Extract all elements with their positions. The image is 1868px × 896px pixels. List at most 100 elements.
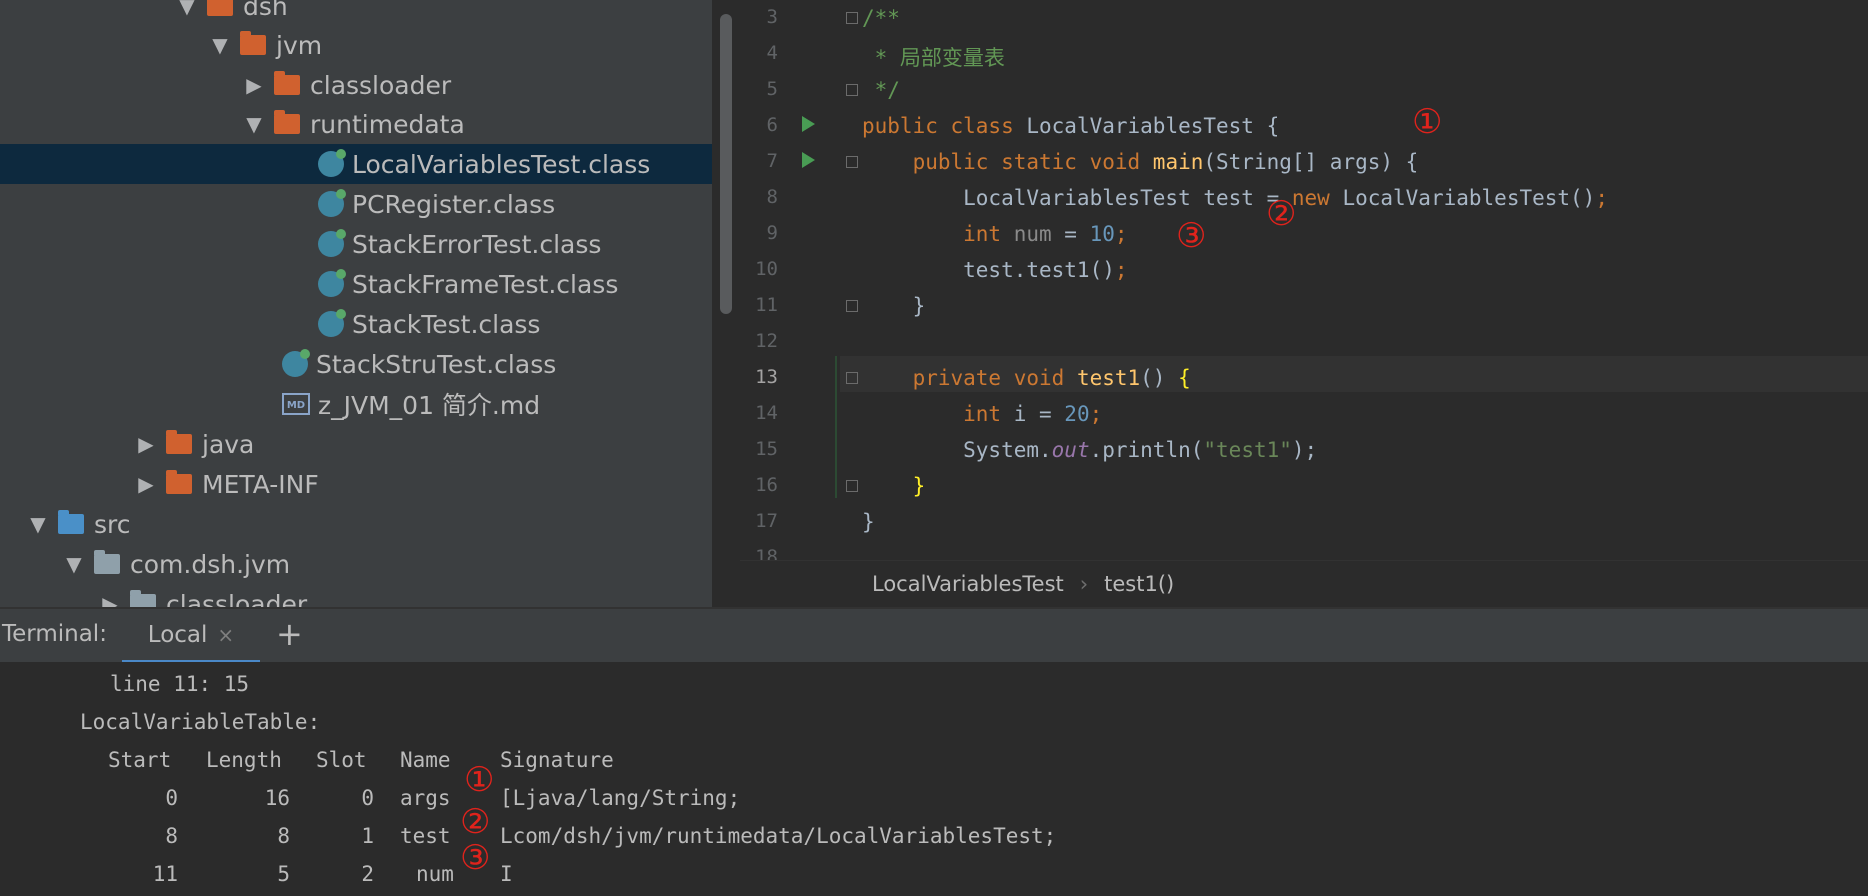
- folder-icon: [240, 31, 266, 55]
- chevron-down-icon[interactable]: ▼: [242, 112, 266, 136]
- tree-item-classloader-src[interactable]: ▶ classloader: [0, 584, 712, 607]
- code-line-10: test.test1();: [862, 258, 1127, 282]
- code-token: }: [862, 474, 926, 498]
- tree-item-markdown-file[interactable]: MD z_JVM_01 简介.md: [0, 384, 712, 424]
- tree-item-label: StackErrorTest.class: [352, 229, 602, 259]
- code-token: LocalVariablesTest {: [1026, 114, 1280, 138]
- source-folder-icon: [58, 510, 84, 534]
- line-number: 16: [755, 474, 778, 496]
- breadcrumb-method[interactable]: test1(): [1104, 572, 1174, 596]
- code-token: */: [862, 78, 900, 102]
- chevron-down-icon[interactable]: ▼: [26, 512, 50, 536]
- tree-item-pcregister[interactable]: PCRegister.class: [0, 184, 712, 224]
- code-token: test1: [1076, 366, 1141, 390]
- tree-item-stackframetest[interactable]: StackFrameTest.class: [0, 264, 712, 304]
- fold-icon[interactable]: [846, 84, 858, 96]
- tree-item-stackerrortest[interactable]: StackErrorTest.class: [0, 224, 712, 264]
- breadcrumb-separator-icon: ›: [1079, 572, 1089, 596]
- code-token: private void: [862, 366, 1077, 390]
- terminal-tab-local[interactable]: Local ×: [122, 609, 260, 664]
- package-icon: [94, 550, 120, 574]
- column-header: Name: [400, 748, 451, 772]
- tree-item-com-dsh-jvm[interactable]: ▼ com.dsh.jvm: [0, 544, 712, 584]
- tree-item-src[interactable]: ▼ src: [0, 504, 712, 544]
- line-number: 12: [755, 330, 778, 352]
- line-number: 17: [755, 510, 778, 532]
- code-token: .println(: [1089, 438, 1204, 462]
- line-number: 9: [766, 222, 778, 244]
- chevron-right-icon[interactable]: ▶: [134, 472, 158, 496]
- code-line-15: System.out.println("test1");: [862, 438, 1317, 462]
- table-cell: test: [400, 824, 451, 848]
- code-token: 10: [1089, 222, 1115, 246]
- project-scrollbar[interactable]: [720, 14, 732, 314]
- tree-item-label: LocalVariablesTest.class: [352, 149, 651, 179]
- tree-item-stacktest[interactable]: StackTest.class: [0, 304, 712, 344]
- code-token: i =: [1013, 402, 1065, 426]
- code-editor[interactable]: 3 4 5 6 7 8 9 10 11 12 13 14 15 16 17 18…: [740, 0, 1868, 607]
- line-number: 10: [755, 258, 778, 280]
- tree-item-localvariablestest[interactable]: LocalVariablesTest.class: [0, 144, 712, 184]
- table-cell: 1: [361, 824, 374, 848]
- tree-item-jvm[interactable]: ▼ jvm: [0, 25, 712, 65]
- breadcrumb-class[interactable]: LocalVariablesTest: [872, 572, 1064, 596]
- tree-item-label: PCRegister.class: [352, 189, 556, 219]
- tree-item-classloader[interactable]: ▶ classloader: [0, 65, 712, 105]
- table-cell: 11: [152, 862, 178, 886]
- tree-item-stackstrutest[interactable]: StackStruTest.class: [0, 344, 712, 384]
- tree-item-dsh[interactable]: ▼ dsh: [0, 0, 712, 26]
- column-header: Signature: [500, 748, 614, 772]
- annotation-marker-2: ②: [1266, 194, 1297, 234]
- folder-icon: [274, 110, 300, 134]
- tree-item-label: StackStruTest.class: [316, 349, 557, 379]
- fold-icon[interactable]: [846, 12, 858, 24]
- tree-item-java[interactable]: ▶ java: [0, 424, 712, 464]
- tree-item-meta-inf[interactable]: ▶ META-INF: [0, 464, 712, 504]
- terminal-line: LocalVariableTable:: [80, 710, 321, 734]
- code-token: public class: [862, 114, 1027, 138]
- line-number: 3: [766, 6, 778, 28]
- chevron-down-icon[interactable]: ▼: [62, 552, 86, 576]
- table-cell: 5: [277, 862, 290, 886]
- class-file-icon: [318, 149, 346, 177]
- code-token: {: [1178, 366, 1191, 390]
- chevron-down-icon[interactable]: ▼: [175, 0, 199, 18]
- new-terminal-button[interactable]: +: [276, 615, 303, 653]
- fold-icon[interactable]: [846, 372, 858, 384]
- table-cell: 16: [264, 786, 290, 810]
- line-number: 13: [755, 366, 778, 388]
- chevron-right-icon[interactable]: ▶: [134, 432, 158, 456]
- code-token: (String[] args) {: [1203, 150, 1419, 174]
- chevron-right-icon[interactable]: ▶: [98, 592, 122, 607]
- folder-icon: [207, 0, 233, 16]
- code-line-13: private void test1() {: [862, 366, 1191, 390]
- tree-item-label: StackTest.class: [352, 309, 541, 339]
- project-tree-panel: ▼ dsh ▼ jvm ▶ classloader ▼ runtimedata Loca…: [0, 0, 712, 607]
- table-cell: 2: [361, 862, 374, 886]
- tree-item-runtimedata[interactable]: ▼ runtimedata: [0, 104, 712, 144]
- folder-icon: [166, 430, 192, 454]
- code-token: System.: [862, 438, 1052, 462]
- code-line-16: }: [862, 474, 926, 498]
- code-token: out: [1051, 438, 1090, 462]
- code-token: ;: [1089, 402, 1103, 426]
- tree-item-label: jvm: [276, 30, 323, 60]
- code-token: new: [1291, 186, 1343, 210]
- code-line-11: }: [862, 294, 926, 318]
- fold-icon[interactable]: [846, 156, 858, 168]
- code-token: main: [1152, 150, 1204, 174]
- run-icon[interactable]: [802, 152, 815, 168]
- chevron-right-icon[interactable]: ▶: [242, 73, 266, 97]
- code-token: public static void: [862, 150, 1153, 174]
- column-header: Slot: [316, 748, 367, 772]
- chevron-down-icon[interactable]: ▼: [208, 33, 232, 57]
- close-icon[interactable]: ×: [217, 623, 234, 647]
- line-number: 8: [766, 186, 778, 208]
- folder-icon: [166, 470, 192, 494]
- annotation-marker-1: ①: [464, 760, 495, 800]
- run-icon[interactable]: [802, 116, 815, 132]
- terminal-output[interactable]: line 11: 15 LocalVariableTable: Start Le…: [0, 662, 1868, 896]
- fold-icon[interactable]: [846, 480, 858, 492]
- fold-icon[interactable]: [846, 300, 858, 312]
- code-token: "test1": [1203, 438, 1292, 462]
